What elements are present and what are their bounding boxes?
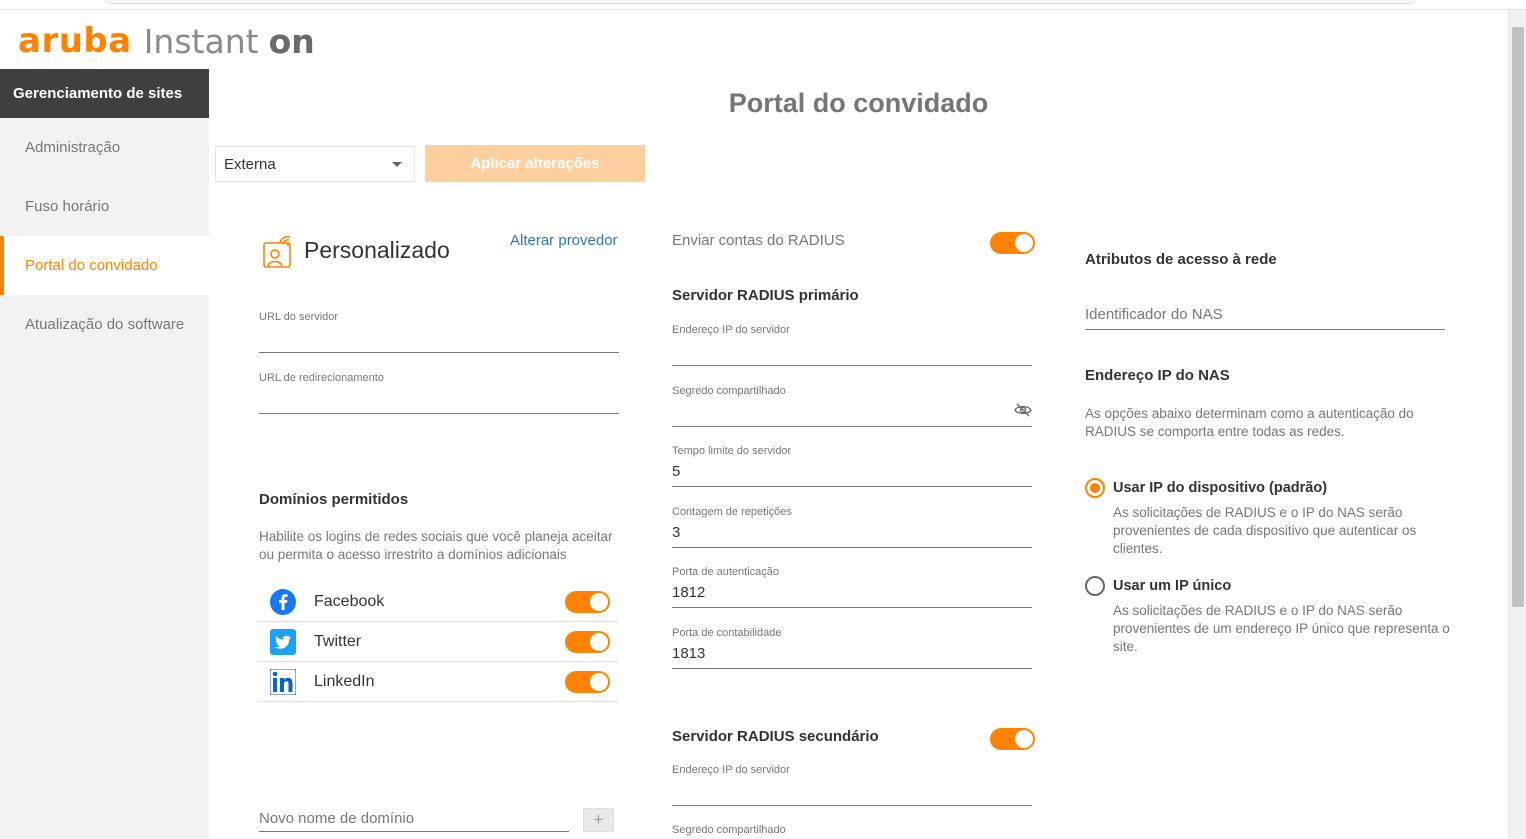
radio-use-single-ip[interactable]	[1085, 576, 1105, 596]
secondary-radius-title: Servidor RADIUS secundário	[672, 728, 879, 745]
page-title: Portal do convidado	[728, 88, 989, 118]
retry-count-value: 3	[672, 524, 681, 541]
server-url-field[interactable]: URL do servidor	[259, 311, 619, 353]
sidebar-item-administracao[interactable]: Administração	[0, 118, 209, 177]
use-device-ip-label[interactable]: Usar IP do dispositivo (padrão)	[1113, 480, 1327, 496]
secondary-radius-toggle[interactable]	[990, 728, 1035, 750]
logo-product: Instant	[143, 21, 259, 61]
chevron-down-icon	[392, 162, 402, 167]
allowed-domains-description: Habilite os logins de redes sociais que …	[259, 529, 613, 562]
redirect-url-label: URL de redirecionamento	[259, 372, 384, 384]
browser-top-edge	[0, 0, 1526, 10]
server-timeout-field[interactable]: Tempo limite do servidor 5	[672, 445, 1032, 487]
nas-identifier-input[interactable]: Identificador do NAS	[1085, 306, 1445, 330]
auth-port-label: Porta de autenticação	[672, 566, 780, 578]
twitter-toggle[interactable]	[565, 631, 610, 653]
secondary-server-ip-label: Endereço IP do servidor	[672, 764, 790, 776]
facebook-toggle[interactable]	[565, 591, 610, 613]
server-url-label: URL do servidor	[259, 311, 339, 323]
primary-shared-secret-field[interactable]: Segredo compartilhado	[672, 385, 1032, 427]
server-url-value	[259, 329, 619, 347]
server-timeout-label: Tempo limite do servidor	[672, 445, 792, 457]
portal-provider-icon	[262, 235, 294, 269]
linkedin-toggle[interactable]	[565, 671, 610, 693]
primary-shared-secret-value	[672, 403, 1032, 421]
toggle-knob	[589, 632, 609, 652]
primary-radius-title: Servidor RADIUS primário	[672, 287, 859, 304]
linkedin-icon	[269, 668, 297, 696]
portal-type-value: Externa	[224, 155, 276, 173]
auth-port-field[interactable]: Porta de autenticação 1812	[672, 566, 1032, 608]
linkedin-label: LinkedIn	[314, 672, 375, 690]
use-single-ip-label[interactable]: Usar um IP único	[1113, 578, 1231, 594]
change-provider-link[interactable]: Alterar provedor	[510, 232, 618, 249]
send-radius-accounts-label: Enviar contas do RADIUS	[672, 232, 845, 249]
provider-name: Personalizado	[304, 237, 450, 263]
primary-shared-secret-label: Segredo compartilhado	[672, 385, 786, 397]
logo-on: on	[268, 21, 315, 61]
sidebar-header: Gerenciamento de sites	[0, 69, 209, 118]
social-row-linkedin: LinkedIn	[259, 662, 619, 702]
accounting-port-field[interactable]: Porta de contabilidade 1813	[672, 627, 1032, 669]
toggle-knob	[1014, 729, 1034, 749]
eye-off-icon[interactable]	[1014, 403, 1032, 422]
retry-count-field[interactable]: Contagem de repetições 3	[672, 506, 1032, 548]
sidebar-item-portal-do-convidado[interactable]: Portal do convidado	[0, 236, 209, 295]
add-domain-button[interactable]: +	[583, 808, 614, 832]
network-access-title: Atributos de acesso à rede	[1085, 251, 1277, 268]
radio-use-device-ip[interactable]	[1085, 478, 1105, 498]
redirect-url-field[interactable]: URL de redirecionamento	[259, 372, 619, 414]
social-row-facebook: Facebook	[259, 582, 619, 622]
toggle-knob	[589, 592, 609, 612]
logo-brand: aruba	[18, 21, 132, 61]
address-bar[interactable]	[105, 0, 1415, 4]
primary-server-ip-field[interactable]: Endereço IP do servidor	[672, 324, 1032, 366]
apply-changes-button[interactable]: Aplicar alterações	[425, 145, 645, 182]
sidebar-item-fuso-horario[interactable]: Fuso horário	[0, 177, 209, 236]
secondary-shared-secret-label: Segredo compartilhado	[672, 824, 786, 836]
nas-ip-description: As opções abaixo determinam como a auten…	[1085, 406, 1414, 439]
server-timeout-value: 5	[672, 463, 681, 480]
use-single-ip-description: As solicitações de RADIUS e o IP do NAS …	[1113, 603, 1450, 654]
portal-type-select[interactable]: Externa	[215, 146, 415, 182]
retry-count-label: Contagem de repetições	[672, 506, 792, 518]
toggle-knob	[589, 672, 609, 692]
primary-server-ip-label: Endereço IP do servidor	[672, 324, 790, 336]
secondary-server-ip-value	[672, 782, 1032, 800]
send-radius-accounts-toggle[interactable]	[990, 232, 1035, 254]
accounting-port-value: 1813	[672, 645, 706, 662]
sidebar: Gerenciamento de sites Administração Fus…	[0, 69, 209, 839]
twitter-icon	[269, 628, 297, 656]
facebook-icon	[269, 588, 297, 616]
new-domain-input[interactable]: Novo nome de domínio	[259, 810, 569, 832]
twitter-label: Twitter	[314, 632, 362, 650]
scrollbar-thumb[interactable]	[1512, 27, 1524, 607]
use-device-ip-description: As solicitações de RADIUS e o IP do NAS …	[1113, 505, 1417, 556]
sidebar-item-atualizacao-do-software[interactable]: Atualização do software	[0, 295, 209, 354]
toggle-knob	[1014, 233, 1034, 253]
redirect-url-value	[259, 390, 619, 408]
secondary-server-ip-field[interactable]: Endereço IP do servidor	[672, 764, 1032, 806]
allowed-domains-title: Domínios permitidos	[259, 491, 409, 508]
page-scrollbar[interactable]	[1508, 10, 1526, 839]
nas-ip-title: Endereço IP do NAS	[1085, 367, 1230, 384]
facebook-label: Facebook	[314, 592, 385, 610]
primary-server-ip-value	[672, 342, 1032, 360]
auth-port-value: 1812	[672, 584, 706, 601]
social-row-twitter: Twitter	[259, 622, 619, 662]
app-logo: aruba Instant on	[18, 21, 315, 61]
accounting-port-label: Porta de contabilidade	[672, 627, 782, 639]
